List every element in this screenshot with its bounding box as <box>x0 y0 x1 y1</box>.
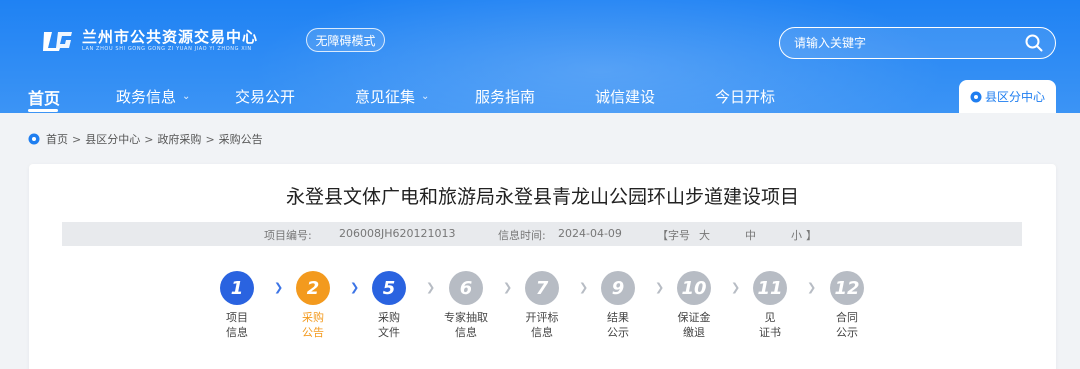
breadcrumb-current[interactable]: 采购公告 <box>219 131 263 147</box>
breadcrumb: 首页 > 县区分中心 > 政府采购 > 采购公告 <box>28 131 263 147</box>
step-item[interactable]: 2 采购 公告 <box>273 271 353 340</box>
step-item[interactable]: 9 结果 公示 <box>578 271 658 340</box>
nav-label: 政务信息 <box>116 88 177 106</box>
breadcrumb-procurement[interactable]: 政府采购 <box>157 131 201 147</box>
breadcrumb-county[interactable]: 县区分中心 <box>85 131 140 147</box>
location-pin-icon <box>28 133 40 145</box>
logo-subtitle: LAN ZHOU SHI GONG GONG ZI YUAN JIAO YI Z… <box>82 46 252 52</box>
project-no-value: 206008JH620121013 <box>339 227 456 240</box>
nav-item-credit[interactable]: 诚信建设 <box>595 86 655 107</box>
article-meta-bar: 项目编号: 206008JH620121013 信息时间: 2024-04-09… <box>62 222 1022 246</box>
breadcrumb-separator: > <box>144 132 154 146</box>
logo-icon <box>38 30 74 52</box>
step-label: 见 证书 <box>759 311 781 339</box>
step-number: 11 <box>753 271 787 305</box>
step-label: 专家抽取 信息 <box>444 311 488 339</box>
step-item[interactable]: 11 见 证书 <box>730 271 810 340</box>
nav-label: 服务指南 <box>475 88 536 106</box>
county-tab-label: 县区分中心 <box>984 90 1045 104</box>
site-logo[interactable]: 兰州市公共资源交易中心 LAN ZHOU SHI GONG GONG ZI YU… <box>38 28 258 53</box>
font-size-close: 】 <box>806 229 817 242</box>
step-number: 2 <box>296 271 330 305</box>
chevron-down-icon: ⌄ <box>182 91 191 102</box>
article-card: 永登县文体广电和旅游局永登县青龙山公园环山步道建设项目 项目编号: 206008… <box>29 164 1056 369</box>
nav-label: 首页 <box>28 89 61 108</box>
font-size-medium[interactable]: 中 <box>745 227 756 243</box>
step-label: 保证金 缴退 <box>677 311 711 339</box>
nav-active-indicator <box>28 109 58 112</box>
search-icon[interactable] <box>1025 34 1043 52</box>
step-label: 开评标 信息 <box>525 311 559 339</box>
step-item[interactable]: 7 开评标 信息 <box>502 271 582 340</box>
main-nav: 首页 政务信息 ⌄ 交易公开 意见征集 ⌄ 服务指南 诚信建设 今日开标 <box>0 80 1080 113</box>
font-size-small[interactable]: 小 <box>791 227 802 243</box>
nav-item-trade-public[interactable]: 交易公开 <box>235 86 295 107</box>
search-box <box>779 27 1056 59</box>
step-label: 采购 文件 <box>378 311 400 339</box>
step-number: 1 <box>220 271 254 305</box>
step-label: 合同 公示 <box>836 311 858 339</box>
step-item[interactable]: 5 采购 文件 <box>349 271 429 340</box>
step-item[interactable]: 10 保证金 缴退 <box>654 271 734 340</box>
font-size-large[interactable]: 大 <box>699 227 710 243</box>
nav-label: 交易公开 <box>235 88 296 106</box>
info-time-label: 信息时间: <box>498 229 546 242</box>
site-header: 兰州市公共资源交易中心 LAN ZHOU SHI GONG GONG ZI YU… <box>0 0 1080 113</box>
step-label: 结果 公示 <box>607 311 629 339</box>
page-title: 永登县文体广电和旅游局永登县青龙山公园环山步道建设项目 <box>285 186 799 208</box>
step-label: 采购 公告 <box>302 311 324 339</box>
nav-item-government-info[interactable]: 政务信息 ⌄ <box>116 86 190 107</box>
search-input[interactable] <box>794 28 1014 58</box>
nav-item-today-bid[interactable]: 今日开标 <box>715 86 775 107</box>
accessibility-mode-button[interactable]: 无障碍模式 <box>306 28 385 52</box>
chevron-down-icon: ⌄ <box>421 91 430 102</box>
info-time-value: 2024-04-09 <box>558 227 622 240</box>
step-number: 12 <box>830 271 864 305</box>
nav-label: 意见征集 <box>355 88 416 106</box>
step-number: 7 <box>525 271 559 305</box>
county-center-tab[interactable]: 县区分中心 <box>959 80 1056 113</box>
font-size-label: 【字号 <box>657 229 690 242</box>
step-item[interactable]: 12 合同 公示 <box>807 271 887 340</box>
step-number: 10 <box>677 271 711 305</box>
step-number: 5 <box>372 271 406 305</box>
step-item[interactable]: 6 专家抽取 信息 <box>426 271 506 340</box>
nav-item-home[interactable]: 首页 <box>28 85 60 109</box>
step-number: 9 <box>601 271 635 305</box>
breadcrumb-home[interactable]: 首页 <box>46 131 68 147</box>
breadcrumb-separator: > <box>205 132 215 146</box>
step-label: 项目 信息 <box>226 311 248 339</box>
breadcrumb-separator: > <box>72 132 82 146</box>
nav-label: 诚信建设 <box>595 88 656 106</box>
nav-item-opinion[interactable]: 意见征集 ⌄ <box>355 86 429 107</box>
logo-title: 兰州市公共资源交易中心 <box>82 28 259 46</box>
location-pin-icon <box>970 91 982 102</box>
nav-label: 今日开标 <box>715 88 776 106</box>
nav-item-service-guide[interactable]: 服务指南 <box>475 86 535 107</box>
step-number: 6 <box>449 271 483 305</box>
project-no-label: 项目编号: <box>264 229 312 242</box>
step-item[interactable]: 1 项目 信息 <box>197 271 277 340</box>
